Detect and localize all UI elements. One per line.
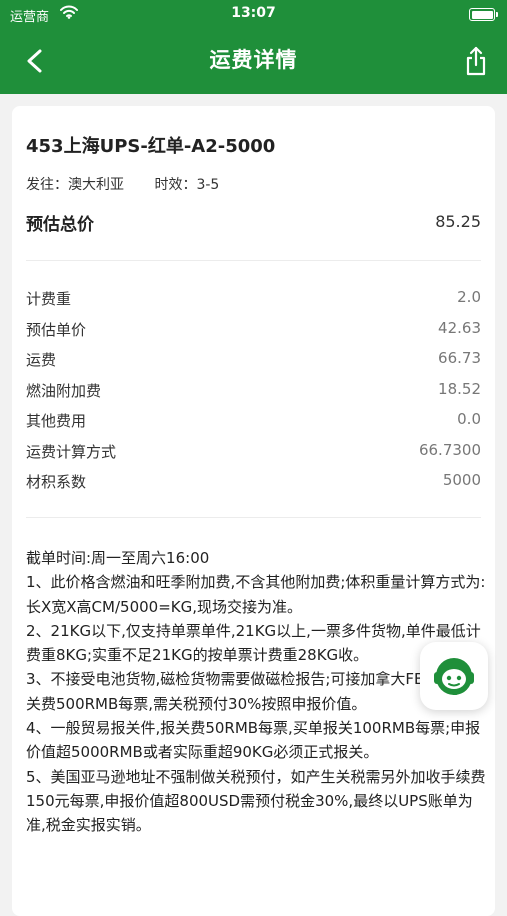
fee-value: 2.0 xyxy=(457,288,481,306)
fee-row-fuel-surcharge: 燃油附加费 18.52 xyxy=(26,380,481,406)
share-icon[interactable] xyxy=(459,44,493,78)
fee-label: 运费 xyxy=(26,351,57,369)
freight-detail-card: 453上海UPS-红单-A2-5000 发往：澳大利亚 时效：3-5 预估总价 … xyxy=(12,106,495,916)
fee-value: 42.63 xyxy=(438,318,481,337)
shipping-notes: 截单时间:周一至周六16:00 1、此价格含燃油和旺季附加费,不含其他附加费;体… xyxy=(26,549,486,835)
battery-icon xyxy=(469,8,498,21)
fee-value: 0.0 xyxy=(457,410,481,428)
fee-row-other-fees: 其他费用 0.0 xyxy=(26,410,481,436)
fee-label: 计费重 xyxy=(26,290,72,308)
fee-row-freight: 运费 66.73 xyxy=(26,349,481,375)
route-meta: 发往：澳大利亚 时效：3-5 xyxy=(26,174,219,194)
route-name: 453上海UPS-红单-A2-5000 xyxy=(26,136,276,157)
customer-service-icon xyxy=(434,658,474,695)
total-price-value: 85.25 xyxy=(435,212,481,231)
divider xyxy=(26,260,481,261)
fee-value: 66.7300 xyxy=(418,440,481,459)
page-title: 运费详情 xyxy=(209,48,298,72)
fee-value: 18.52 xyxy=(438,379,481,398)
total-price-label: 预估总价 xyxy=(26,215,94,235)
status-bar: 运营商 13:07 xyxy=(0,0,507,30)
divider xyxy=(26,517,481,518)
fee-value: 66.73 xyxy=(438,349,481,367)
destination: 发往：澳大利亚 xyxy=(26,177,124,193)
clock: 13:07 xyxy=(231,5,276,21)
fee-label: 燃油附加费 xyxy=(26,381,102,400)
fee-row-volume-factor: 材积系数 5000 xyxy=(26,471,481,497)
fee-value: 5000 xyxy=(442,471,481,489)
fee-label: 材积系数 xyxy=(26,473,87,491)
fee-label: 运费计算方式 xyxy=(26,442,117,461)
nav-bar: 运费详情 xyxy=(0,30,507,90)
fee-label: 预估单价 xyxy=(26,320,87,339)
customer-service-button[interactable] xyxy=(420,642,488,710)
fee-label: 其他费用 xyxy=(26,412,87,430)
fee-row-unit-price: 预估单价 42.63 xyxy=(26,319,481,345)
fee-row-chargeable-weight: 计费重 2.0 xyxy=(26,288,481,314)
transit-time: 时效：3-5 xyxy=(154,177,220,193)
fee-row-calc-method: 运费计算方式 66.7300 xyxy=(26,441,481,467)
app-header: 运营商 13:07 运费详情 xyxy=(0,0,507,94)
